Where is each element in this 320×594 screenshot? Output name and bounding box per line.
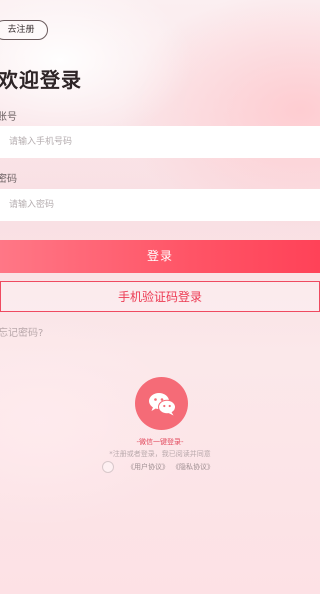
account-input[interactable] [7,136,311,148]
agreement-row: 《用户协议》 《隐私协议》 [102,460,214,474]
agreement-notice: *注册或者登录，我已阅读并同意 [109,450,211,458]
password-label: 密码 [0,174,17,185]
sms-login-button[interactable]: 手机验证码登录 [0,281,320,312]
agreement-checkbox[interactable] [102,461,114,473]
account-label: 账号 [0,112,17,123]
login-button[interactable]: 登录 [0,240,320,273]
account-field-row[interactable] [0,126,320,158]
privacy-agreement-link[interactable]: 《隐私协议》 [172,462,214,472]
wechat-icon [148,392,176,415]
password-input[interactable] [7,199,311,211]
user-agreement-link[interactable]: 《用户协议》 [127,462,169,472]
register-button[interactable]: 去注册 [0,20,48,40]
page-title: 欢迎登录 [0,68,82,92]
password-field-row[interactable] [0,189,320,221]
wechat-login-button[interactable] [135,377,188,430]
forgot-password-link[interactable]: 忘记密码? [0,324,43,339]
wechat-login-label: -微信一键登录- [136,438,184,446]
